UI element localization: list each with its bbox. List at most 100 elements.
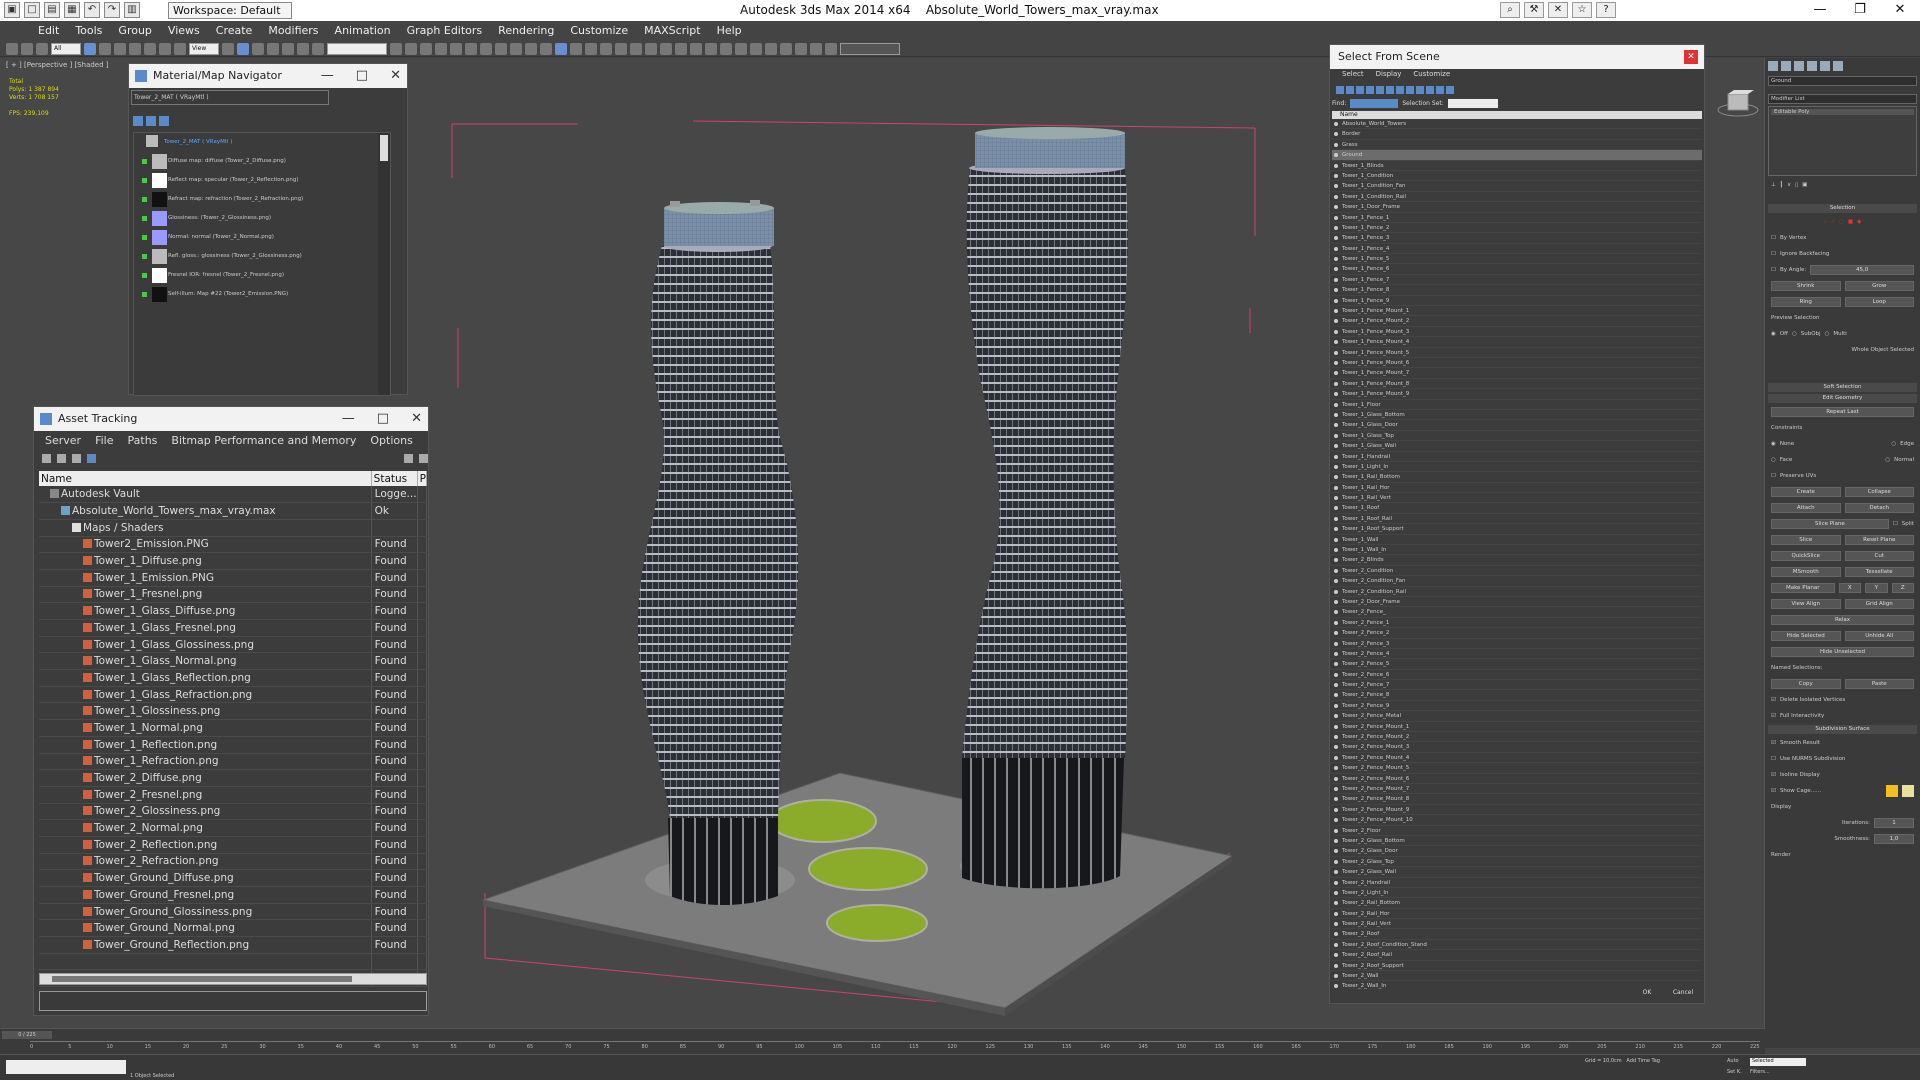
brush-icon[interactable] (825, 42, 837, 55)
rect-selection-icon[interactable] (114, 42, 126, 55)
named-selection-sets-dropdown[interactable] (327, 42, 387, 55)
show-map-icon[interactable] (142, 159, 147, 164)
normal-radio[interactable]: ○ (1885, 457, 1890, 463)
list-item[interactable]: Tower_2_Light_In (1332, 888, 1702, 899)
schematic-icon[interactable] (465, 42, 477, 55)
iterations-spinner[interactable]: 1 (1874, 818, 1914, 828)
by-angle-checkbox[interactable]: ☐ (1771, 267, 1776, 273)
table-row[interactable]: Tower_2_Diffuse.png Found (39, 769, 428, 787)
hierarchy-tab-icon[interactable] (1794, 61, 1804, 71)
sfs-menu-display[interactable]: Display (1370, 69, 1408, 83)
material-path-field[interactable]: Tower_2_MAT ( VRayMtl ) (131, 90, 329, 105)
table-row[interactable]: Tower_2_Glossiness.png Found (39, 803, 428, 821)
column-name[interactable]: Name (1332, 111, 1702, 119)
table-row[interactable]: Tower_Ground_Reflection.png Found (39, 936, 428, 954)
subobj-radio[interactable]: ○ (1792, 331, 1797, 337)
material-tree-item[interactable]: Refract map: refraction (Tower_2_Refract… (134, 190, 390, 209)
minimize-icon[interactable]: — (1800, 0, 1840, 21)
none-radio[interactable]: ◉ (1771, 441, 1776, 447)
table-row[interactable]: Absolute_World_Towers_max_vray.max Ok (39, 502, 428, 520)
use-nurms-checkbox[interactable]: ☐ (1771, 756, 1776, 762)
list-item[interactable]: Tower_2_Handrail (1332, 878, 1702, 888)
vray-icon[interactable] (690, 42, 702, 55)
create-tab-icon[interactable] (1768, 61, 1778, 71)
tools-icon[interactable]: ⚒ (1524, 2, 1544, 18)
list-item[interactable]: Tower_1_Glass_Bottom (1332, 410, 1702, 421)
list-item[interactable]: Tower_2_Condition_Rail (1332, 587, 1702, 597)
list-item[interactable]: Tower_2_Fence_4 (1332, 649, 1702, 660)
key-selection-dropdown[interactable]: Selected (1750, 1058, 1806, 1066)
column-p[interactable]: P (417, 471, 428, 486)
list-item[interactable]: Tower_1_Condition (1332, 171, 1702, 182)
table-row[interactable]: Tower_2_Fresnel.png Found (39, 786, 428, 804)
list-item[interactable]: Tower_2_Glass_Door (1332, 846, 1702, 857)
vray-sphere-icon[interactable] (735, 42, 747, 55)
select-from-scene-titlebar[interactable]: Select From Scene ✕ (1330, 45, 1704, 69)
configure-icon[interactable]: ▣ (1802, 182, 1807, 188)
track-bar[interactable]: 0 5 10 15 20 25 30 35 40 45 50 55 60 65 70 75 80 85 90 95 10… (30, 1041, 1760, 1053)
table-row[interactable]: Tower_Ground_Diffuse.png Found (39, 869, 428, 887)
list-item[interactable]: Tower_1_Fence_5 (1332, 254, 1702, 265)
material-editor-icon[interactable] (480, 42, 492, 55)
group-filter-icon[interactable] (1396, 86, 1404, 94)
full-interactivity-checkbox[interactable]: ☑ (1771, 713, 1776, 719)
undo-icon[interactable]: ↶ (84, 2, 100, 18)
list-item[interactable]: Tower_1_Fence_Mount_7 (1332, 368, 1702, 379)
list-item[interactable]: Tower_2_Fence_Mount_6 (1332, 774, 1702, 784)
material-tree-item[interactable]: Self-illum: Map #22 (Tower2_Emission.PNG… (134, 285, 390, 304)
minimize-icon[interactable]: — (342, 407, 355, 431)
show-end-icon[interactable]: ┃ (1780, 182, 1783, 188)
menu-create[interactable]: Create (208, 21, 261, 41)
subdivision-surface-rollout[interactable]: Subdivision Surface (1768, 725, 1917, 734)
list-item[interactable]: Tower_2_Fence_Mount_2 (1332, 732, 1702, 743)
isoline-display-checkbox[interactable]: ☑ (1771, 772, 1776, 778)
project-folder-icon[interactable]: ▥ (124, 2, 140, 18)
maximize-icon[interactable]: □ (377, 407, 389, 431)
z-button[interactable]: Z (1891, 583, 1914, 593)
material-tree-item[interactable]: Refl. gloss.: glossiness (Tower_2_Glossi… (134, 247, 390, 266)
show-map-icon[interactable] (142, 178, 147, 183)
list-item[interactable]: Tower_1_Fence_8 (1332, 285, 1702, 296)
preserve-uvs-checkbox[interactable]: ☐ (1771, 473, 1776, 479)
selection-filter-dropdown[interactable]: All (51, 42, 81, 55)
column-status[interactable]: Status (371, 471, 418, 486)
paint-icon[interactable] (795, 42, 807, 55)
list-item[interactable]: Tower_1_Fence_Mount_9 (1332, 389, 1702, 400)
table-row[interactable]: Tower_1_Diffuse.png Found (39, 552, 428, 570)
smooth-result-checkbox[interactable]: ☑ (1771, 740, 1776, 746)
delete-isolated-checkbox[interactable]: ☑ (1771, 697, 1776, 703)
list-item[interactable]: Tower_2_Fence_5 (1332, 659, 1702, 670)
table-row[interactable]: Tower_1_Glossiness.png Found (39, 702, 428, 721)
list-item[interactable]: Tower_1_Floor (1332, 400, 1702, 410)
list-item[interactable]: Tower_1_Fence_Mount_5 (1332, 348, 1702, 358)
toolbar-field[interactable] (840, 42, 900, 55)
list-item[interactable]: Tower_1_Roof_Rail (1332, 514, 1702, 525)
table-row[interactable]: Tower_Ground_Fresnel.png Found (39, 886, 428, 904)
menu-views[interactable]: Views (160, 21, 208, 41)
utilities-tab-icon[interactable] (1833, 61, 1843, 71)
large-icons-icon[interactable] (159, 116, 169, 126)
split-checkbox[interactable]: ☐ (1893, 521, 1898, 527)
new-file-icon[interactable]: □ (24, 2, 40, 18)
selection-rollout[interactable]: Selection (1768, 204, 1917, 213)
material-navigator-titlebar[interactable]: Material/Map Navigator — □ ✕ (129, 64, 407, 88)
list-item[interactable]: Tower_2_Fence_Metal (1332, 711, 1702, 722)
help-icon[interactable]: ? (1596, 2, 1616, 18)
maximize-icon[interactable]: ❐ (1840, 0, 1880, 21)
graphite-icon[interactable] (435, 42, 447, 55)
find-input[interactable] (1350, 98, 1399, 108)
menu-modifiers[interactable]: Modifiers (260, 21, 326, 41)
asset-tracking-titlebar[interactable]: Asset Tracking — □ ✕ (34, 407, 428, 431)
box-icon[interactable] (570, 42, 582, 55)
star-icon[interactable]: ☆ (1572, 2, 1592, 18)
systems-icon[interactable] (675, 42, 687, 55)
close-icon[interactable]: ✕ (1684, 50, 1698, 64)
list-item[interactable]: Tower_1_Handrail (1332, 452, 1702, 462)
quickslice-button[interactable]: QuickSlice (1771, 551, 1841, 561)
filters-button[interactable]: Filters... (1750, 1069, 1770, 1075)
geometry-filter-icon[interactable] (1336, 86, 1344, 94)
tree-view-icon[interactable] (72, 453, 81, 463)
object-name-field[interactable]: Ground (1768, 76, 1917, 86)
list-item[interactable]: Tower_2_Condition (1332, 566, 1702, 577)
window-crossing-icon[interactable] (129, 42, 141, 55)
